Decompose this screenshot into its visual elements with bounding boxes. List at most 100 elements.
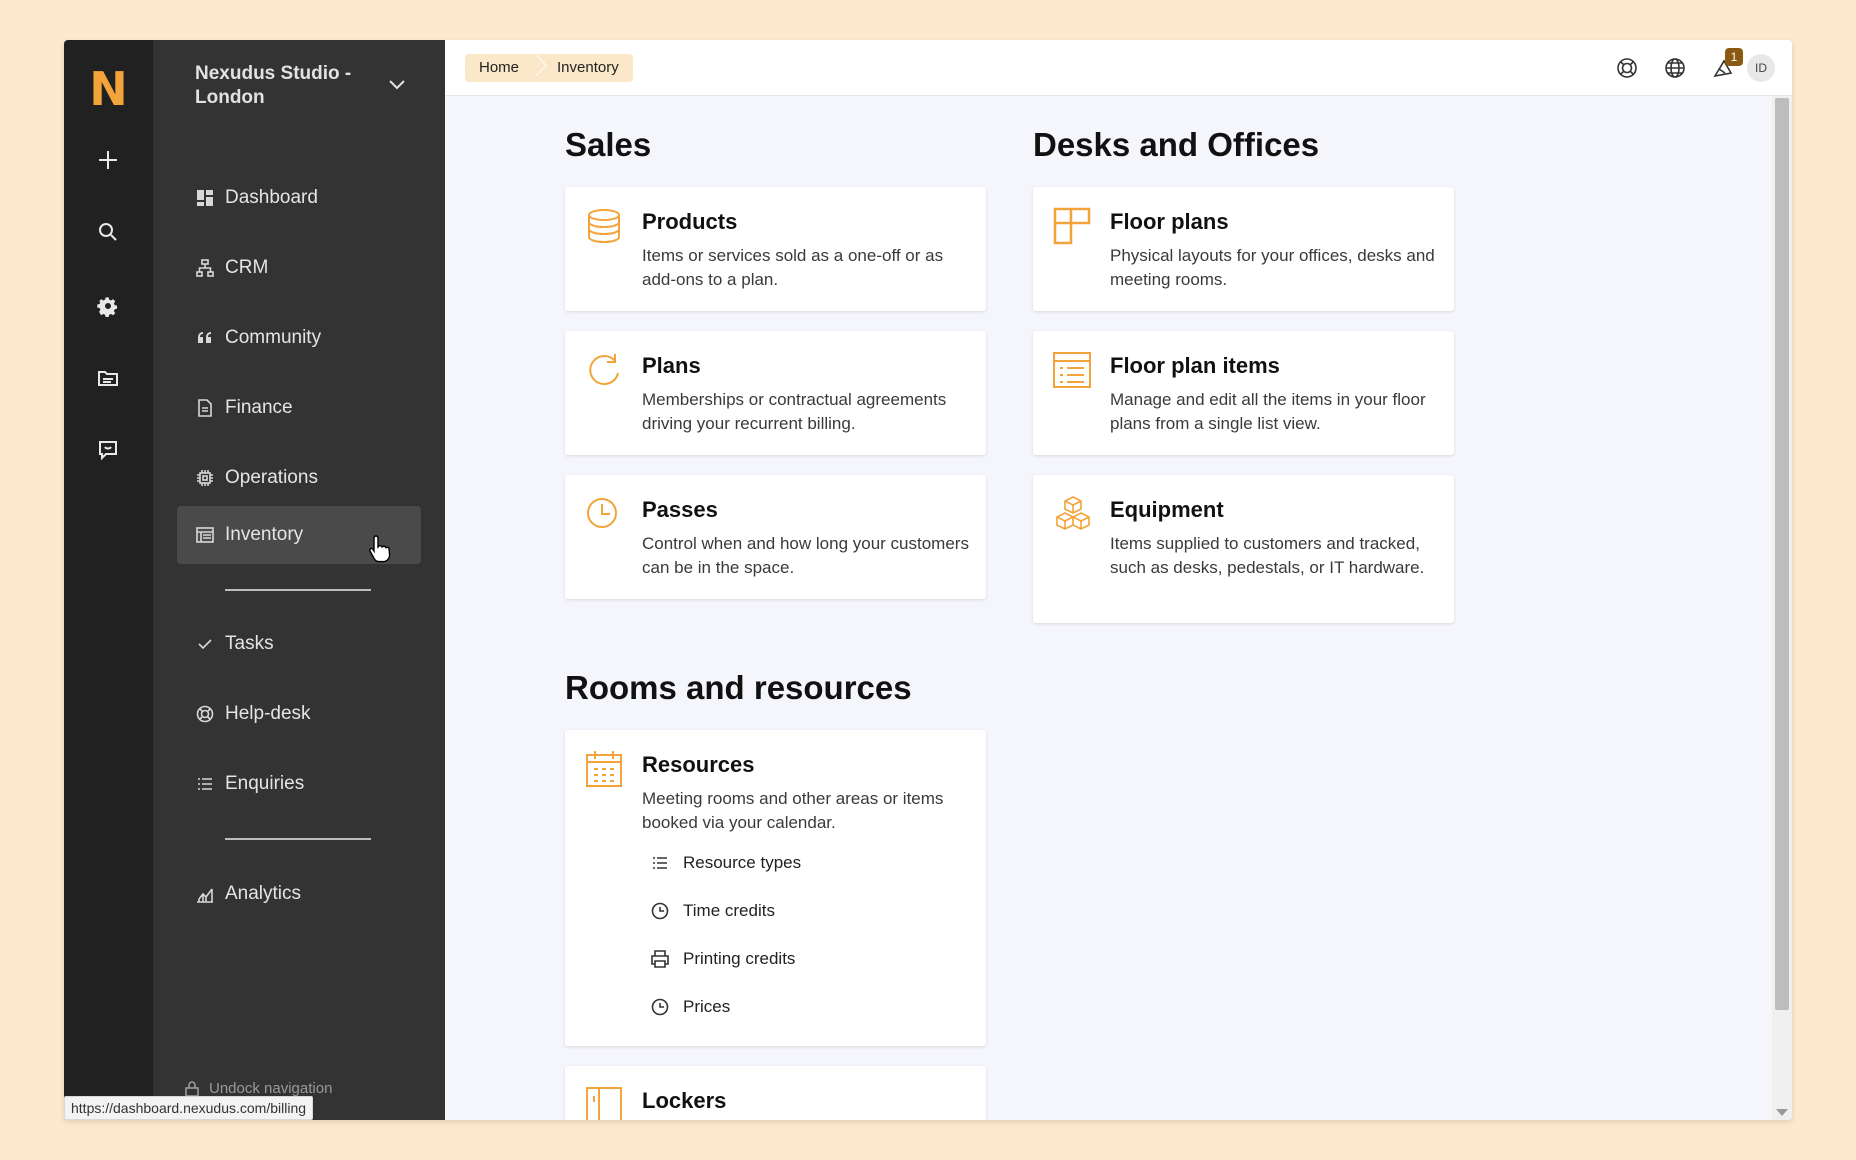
section-title-sales: Sales	[565, 126, 652, 163]
navigation-panel: Nexudus Studio - London Dashboard CRM Co…	[153, 40, 445, 1120]
nav-item-finance[interactable]: Finance	[177, 379, 421, 437]
chart-icon	[195, 884, 215, 904]
nav-divider	[225, 838, 371, 840]
org-chart-icon	[195, 258, 215, 278]
gear-icon[interactable]	[82, 280, 134, 332]
nav-item-community[interactable]: Community	[177, 309, 421, 367]
lifebuoy-icon	[195, 704, 215, 724]
nav-item-operations[interactable]: Operations	[177, 449, 421, 507]
card-resources[interactable]: Resources Meeting rooms and other areas …	[565, 730, 986, 1046]
card-description: Manage and edit all the items in your fl…	[1110, 390, 1426, 433]
card-description: Items or services sold as a one-off or a…	[642, 246, 944, 289]
scrollbar[interactable]	[1772, 96, 1792, 1120]
announcement-icon[interactable]: 1	[1709, 48, 1743, 82]
nav-divider	[225, 589, 371, 591]
icon-rail: N	[64, 40, 153, 1120]
card-passes[interactable]: Passes Control when and how long your cu…	[565, 475, 986, 599]
nav-item-label: Dashboard	[225, 187, 318, 208]
status-url: https://dashboard.nexudus.com/billing	[64, 1096, 314, 1120]
card-description: Items supplied to customers and tracked,…	[1110, 534, 1425, 577]
breadcrumb-separator	[533, 54, 543, 82]
breadcrumb-inventory[interactable]: Inventory	[543, 54, 633, 82]
list-box-icon	[1053, 351, 1091, 389]
link-resource-types[interactable]: Resource types	[651, 853, 801, 873]
card-description: Meeting rooms and other areas or items b…	[642, 789, 944, 832]
card-title: Plans	[642, 353, 701, 378]
card-plans[interactable]: Plans Memberships or contractual agreeme…	[565, 331, 986, 455]
card-floor-plan-items[interactable]: Floor plan items Manage and edit all the…	[1033, 331, 1454, 455]
undock-navigation[interactable]: Undock navigation	[185, 1080, 332, 1097]
clock-icon	[585, 495, 623, 533]
notification-badge: 1	[1725, 48, 1743, 66]
card-equipment[interactable]: Equipment Items supplied to customers an…	[1033, 475, 1454, 623]
link-label: Time credits	[683, 901, 775, 920]
quote-icon	[195, 328, 215, 348]
scrollbar-thumb[interactable]	[1775, 98, 1789, 1010]
card-description: Control when and how long your customers…	[642, 534, 969, 577]
link-printing-credits[interactable]: Printing credits	[651, 949, 795, 969]
app-window: N Nexudus Studio - London Dashboard CRM	[64, 40, 1792, 1120]
scroll-down-arrow[interactable]	[1776, 1109, 1788, 1116]
link-label: Resource types	[683, 853, 802, 872]
boxes-icon	[1053, 495, 1091, 533]
card-title: Equipment	[1110, 497, 1224, 522]
section-title-rooms: Rooms and resources	[565, 669, 912, 706]
nav-item-label: Tasks	[225, 633, 274, 654]
nav-item-analytics[interactable]: Analytics	[177, 865, 421, 923]
card-title: Floor plan items	[1110, 353, 1280, 378]
breadcrumb-home[interactable]: Home	[465, 54, 533, 82]
chevron-down-icon[interactable]	[388, 78, 406, 96]
link-time-credits[interactable]: Time credits	[651, 901, 775, 921]
card-title: Floor plans	[1110, 209, 1229, 234]
folder-icon[interactable]	[82, 352, 134, 404]
card-lockers[interactable]: Lockers	[565, 1066, 986, 1120]
dashboard-icon	[195, 188, 215, 208]
link-label: Prices	[683, 997, 731, 1016]
add-icon[interactable]	[82, 134, 134, 186]
card-products[interactable]: Products Items or services sold as a one…	[565, 187, 986, 311]
nav-item-tasks[interactable]: Tasks	[177, 615, 421, 673]
nav-item-crm[interactable]: CRM	[177, 239, 421, 297]
calendar-icon	[585, 750, 623, 788]
nav-item-label: CRM	[225, 257, 269, 278]
top-bar: Home Inventory 1 ID	[445, 40, 1792, 96]
search-icon[interactable]	[82, 206, 134, 258]
lock-icon	[185, 1080, 199, 1097]
locker-icon	[585, 1086, 623, 1120]
main-area: Home Inventory 1 ID Sales Products Items…	[445, 40, 1792, 1120]
card-description: Physical layouts for your offices, desks…	[1110, 246, 1435, 289]
nav-item-helpdesk[interactable]: Help-desk	[177, 685, 421, 743]
list-box-icon	[195, 525, 215, 545]
nav-item-label: Enquiries	[225, 773, 305, 794]
location-name[interactable]: Nexudus Studio - London	[195, 62, 395, 110]
nav-item-label: Inventory	[225, 524, 304, 545]
link-prices[interactable]: Prices	[651, 997, 730, 1017]
nav-item-enquiries[interactable]: Enquiries	[177, 755, 421, 813]
nexudus-logo[interactable]: N	[64, 62, 153, 116]
undock-label: Undock navigation	[209, 1080, 333, 1097]
card-title: Resources	[642, 752, 755, 777]
card-title: Products	[642, 209, 738, 234]
avatar[interactable]: ID	[1747, 54, 1775, 82]
nav-item-label: Help-desk	[225, 703, 311, 724]
card-floor-plans[interactable]: Floor plans Physical layouts for your of…	[1033, 187, 1454, 311]
clock-icon	[651, 902, 669, 920]
hand-cursor-icon	[368, 534, 392, 569]
list-icon	[653, 857, 667, 869]
nav-item-dashboard[interactable]: Dashboard	[177, 169, 421, 227]
lifebuoy-icon[interactable]	[1613, 54, 1641, 82]
document-icon	[195, 398, 215, 418]
printer-icon	[651, 950, 669, 968]
breadcrumb: Home Inventory	[465, 54, 633, 82]
globe-icon[interactable]	[1661, 54, 1689, 82]
chip-icon	[195, 468, 215, 488]
chat-icon[interactable]	[82, 424, 134, 476]
nav-item-label: Operations	[225, 467, 318, 488]
card-title: Lockers	[642, 1088, 727, 1113]
section-title-desks: Desks and Offices	[1033, 126, 1320, 163]
link-label: Printing credits	[683, 949, 796, 968]
clock-icon	[651, 998, 669, 1016]
list-icon	[195, 774, 215, 794]
nav-item-label: Analytics	[225, 883, 302, 904]
check-icon	[195, 634, 215, 654]
